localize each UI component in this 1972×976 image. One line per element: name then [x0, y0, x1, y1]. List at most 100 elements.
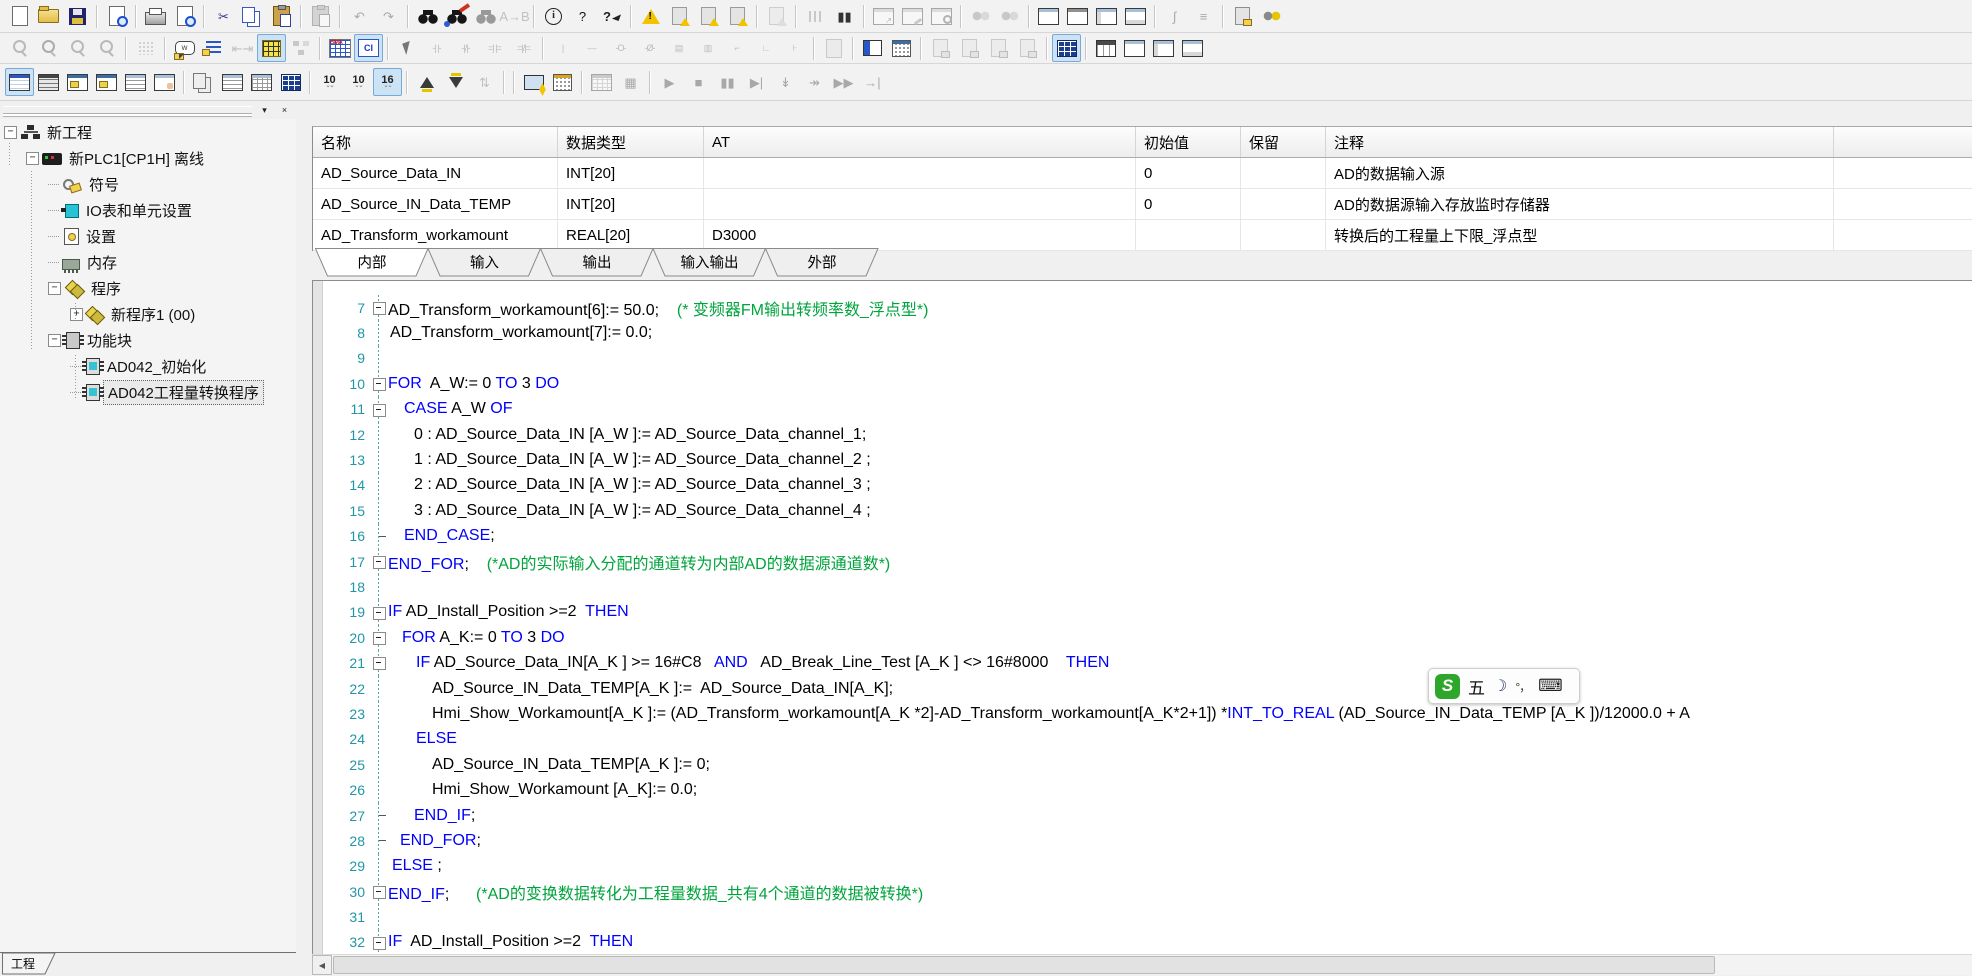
time-chart-icon[interactable] [995, 2, 1024, 30]
horizontal-line-icon[interactable]: — [577, 34, 606, 62]
new-file-icon[interactable] [5, 2, 34, 30]
io-bar-icon[interactable]: ≡ [1189, 2, 1218, 30]
collapse-icon[interactable]: − [48, 282, 61, 295]
show-comments-icon[interactable]: w [170, 34, 199, 62]
table-row[interactable]: AD_Transform_workamountREAL[20]D3000转换后的… [313, 220, 1972, 251]
cell-name[interactable]: AD_Transform_workamount [313, 220, 558, 250]
zoom-in-icon[interactable] [5, 34, 34, 62]
copy-comments1-icon[interactable] [926, 34, 955, 62]
compile-program-icon[interactable] [636, 2, 665, 30]
frame-b-icon[interactable] [1149, 34, 1178, 62]
new-coil-icon[interactable]: -O- [606, 34, 635, 62]
tree-item-label[interactable]: 新程序1 (00) [107, 303, 199, 326]
tab-internals[interactable]: 内部 [316, 249, 429, 277]
frame-c-icon[interactable] [1178, 34, 1207, 62]
zoom-fit-icon[interactable] [92, 34, 121, 62]
cell-extra[interactable] [1834, 189, 1972, 219]
tree-item-符号[interactable]: 符号 [0, 171, 296, 197]
st-code-editor[interactable]: 7AD_Transform_workamount[6]:= 50.0; (* 变… [312, 280, 1972, 955]
tab-label[interactable]: 输入 [470, 255, 499, 272]
cell-init[interactable]: 0 [1136, 158, 1241, 188]
table-row[interactable]: AD_Source_Data_ININT[20]0AD的数据输入源 [313, 158, 1972, 189]
options-gear-icon[interactable] [1257, 2, 1286, 30]
batch-check-icon[interactable] [762, 2, 791, 30]
editor-horizontal-scrollbar[interactable]: ◀ [312, 954, 1972, 975]
tree-item-label[interactable]: 设置 [82, 225, 120, 248]
signal-trace-icon[interactable]: ∫ [1160, 2, 1189, 30]
signed-decimal-monitor-icon[interactable]: 10 [344, 68, 373, 96]
tree-item-AD042_初始化[interactable]: AD042_初始化 [0, 353, 296, 379]
auto-online-icon[interactable] [548, 68, 577, 96]
mnemonic-window-icon[interactable] [34, 68, 63, 96]
data-trace-icon[interactable] [966, 2, 995, 30]
vertical-line-icon[interactable]: | [548, 34, 577, 62]
cell-retain[interactable] [1241, 158, 1326, 188]
fold-collapse-icon[interactable] [373, 378, 386, 391]
cell-init[interactable]: 0 [1136, 189, 1241, 219]
about-icon[interactable]: i [539, 2, 568, 30]
tree-item-设置[interactable]: 设置 [0, 223, 296, 249]
fold-collapse-icon[interactable] [373, 937, 386, 950]
watch-grid-icon[interactable] [1052, 34, 1081, 62]
copy-comments4-icon[interactable] [1013, 34, 1042, 62]
invert-icon[interactable]: ⌐ [722, 34, 751, 62]
cell-name[interactable]: AD_Source_Data_IN [313, 158, 558, 188]
tree-item-label[interactable]: AD042工程量转换程序 [103, 380, 264, 405]
monitor-mode-icon[interactable] [587, 68, 616, 96]
context-help-icon[interactable]: ? [597, 2, 626, 30]
cell-init[interactable] [1136, 220, 1241, 250]
step-over-icon[interactable]: ↠ [800, 68, 829, 96]
immediate-icon[interactable]: ∟ [751, 34, 780, 62]
ime-keyboard-icon[interactable]: ⌨ [1538, 676, 1563, 696]
compile-all-icon[interactable] [665, 2, 694, 30]
fold-collapse-icon[interactable] [373, 404, 386, 417]
hex-monitor-icon[interactable]: 16 [373, 68, 402, 96]
up-differential-icon[interactable]: ⊦ [780, 34, 809, 62]
column-header-数据类型[interactable]: 数据类型 [558, 127, 704, 157]
cell-comment[interactable]: AD的数据源输入存放监时存储器 [1326, 189, 1834, 219]
dock-close-button[interactable]: × [276, 102, 293, 118]
copy-icon[interactable] [238, 2, 267, 30]
cell-extra[interactable] [1834, 220, 1972, 250]
cell-extra[interactable] [1834, 158, 1972, 188]
force-off-icon[interactable] [441, 68, 470, 96]
io-unit-window-icon[interactable] [92, 68, 121, 96]
tree-item-新程序1 (00)[interactable]: + 新程序1 (00) [0, 301, 296, 327]
tree-item-label[interactable]: 新工程 [43, 121, 96, 144]
collapse-icon[interactable]: − [26, 152, 39, 165]
ladder-window-icon[interactable] [5, 68, 34, 96]
tree-item-功能块[interactable]: −功能块 [0, 327, 296, 353]
tree-item-label[interactable]: 符号 [85, 173, 123, 196]
fold-collapse-icon[interactable] [373, 302, 386, 315]
cell-name[interactable]: AD_Source_IN_Data_TEMP [313, 189, 558, 219]
expand-icon[interactable]: + [70, 308, 83, 321]
decimal-monitor-icon[interactable]: 10 [315, 68, 344, 96]
scrollbar-thumb[interactable] [333, 956, 1715, 974]
cell-type[interactable]: REAL[20] [558, 220, 704, 250]
new-contact-icon[interactable]: -| |- [422, 34, 451, 62]
copy-comments3-icon[interactable] [984, 34, 1013, 62]
step-trace-icon[interactable] [801, 2, 830, 30]
column-header-保留[interactable]: 保留 [1241, 127, 1326, 157]
view-frame1-icon[interactable] [1034, 2, 1063, 30]
insert-row-icon[interactable] [819, 34, 848, 62]
output-table-icon[interactable] [1091, 34, 1120, 62]
cell-at[interactable] [704, 189, 1136, 219]
dock-menu-button[interactable]: ▾ [256, 102, 273, 118]
cell-at[interactable] [704, 158, 1136, 188]
collapse-icon[interactable]: − [4, 126, 17, 139]
tab-externals[interactable]: 外部 [766, 249, 879, 277]
fold-collapse-icon[interactable] [373, 632, 386, 645]
frame-a-icon[interactable] [1120, 34, 1149, 62]
section-list-icon[interactable] [858, 34, 887, 62]
help-topics-icon[interactable]: ? [568, 2, 597, 30]
program-check-icon[interactable] [694, 2, 723, 30]
scroll-left-button[interactable]: ◀ [312, 955, 332, 975]
mnemonics-view-icon[interactable] [325, 34, 354, 62]
tab-label[interactable]: 输入输出 [681, 255, 739, 272]
new-closed-contact-icon[interactable]: -|/|- [451, 34, 480, 62]
online-edit-check-icon[interactable] [723, 2, 752, 30]
cell-type[interactable]: INT[20] [558, 189, 704, 219]
new-or-closed-contact-icon[interactable]: =|/|= [509, 34, 538, 62]
io-comment-view-icon[interactable]: ⇤⇥ [228, 34, 257, 62]
